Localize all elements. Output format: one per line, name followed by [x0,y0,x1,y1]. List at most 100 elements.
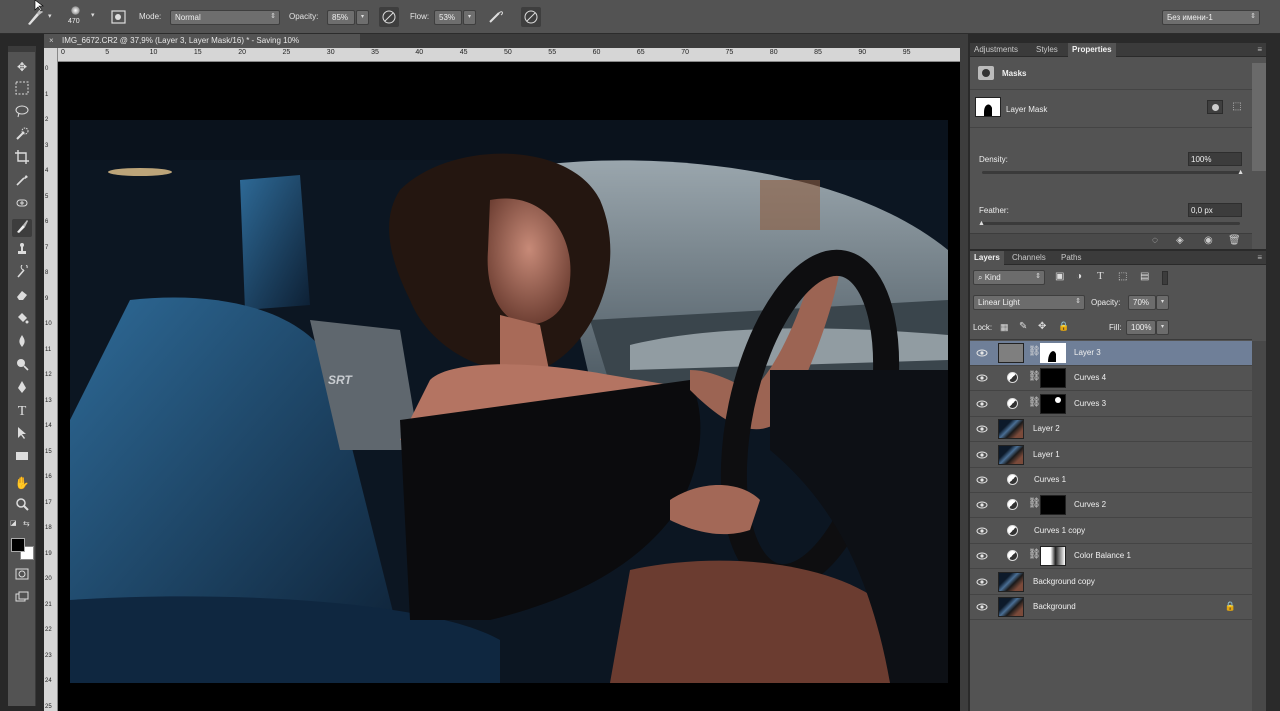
layers-scrollbar[interactable] [1252,341,1266,711]
layer-opacity-slider-button[interactable]: ▾ [1156,295,1169,310]
mask-link-icon[interactable]: ⛓ [1028,549,1041,560]
layer-row[interactable]: ⛓ Color Balance 1 [970,544,1252,570]
slider-handle-icon[interactable]: ▲ [978,220,985,227]
fill-slider-button[interactable]: ▾ [1156,320,1169,335]
layer-mask-thumbnail[interactable] [1040,343,1066,363]
tab-adjustments[interactable]: Adjustments [970,43,1022,57]
canvas-scrollbar[interactable] [960,34,968,711]
blend-mode-select[interactable]: Linear Light ⇕ [973,295,1085,310]
tool-preset-arrow-icon[interactable]: ▾ [48,12,52,20]
pressure-size-icon[interactable] [520,6,542,28]
opacity-slider-button[interactable]: ▾ [356,10,369,25]
panel-menu-icon[interactable]: ≡ [1257,253,1262,262]
layer-row[interactable]: Layer 2 [970,417,1252,443]
mask-link-icon[interactable]: ⛓ [1028,346,1041,357]
brush-preset-arrow-icon[interactable]: ▾ [91,11,95,19]
mask-link-icon[interactable]: ⛓ [1028,397,1041,408]
quick-mask-icon[interactable] [12,567,32,585]
filter-type-icon[interactable]: T [1097,270,1104,282]
mask-link-icon[interactable]: ⛓ [1028,371,1041,382]
clone-stamp-tool-icon[interactable] [12,242,32,260]
lasso-tool-icon[interactable] [12,104,32,122]
layer-row[interactable]: Background 🔒 [970,595,1252,620]
filter-smart-object-icon[interactable]: ▤ [1140,271,1149,282]
filter-shape-icon[interactable]: ⬚ [1118,271,1127,282]
hand-tool-icon[interactable]: ✋ [12,474,32,492]
type-tool-icon[interactable]: T [12,403,32,421]
layer-row[interactable]: ⛓ Curves 2 [970,493,1252,519]
pressure-opacity-icon[interactable] [378,6,400,28]
zoom-tool-icon[interactable] [12,497,32,515]
layer-row[interactable]: Curves 1 copy [970,518,1252,544]
visibility-eye-icon[interactable] [976,347,988,359]
delete-mask-icon[interactable]: 🗑 [1228,235,1241,246]
quick-selection-tool-icon[interactable] [12,127,32,145]
density-slider[interactable]: ▲ [982,169,1244,176]
crop-tool-icon[interactable] [12,150,32,168]
brush-preset-picker[interactable]: 470 [64,4,88,30]
filter-adjustment-icon[interactable]: ◑ [1076,271,1082,282]
dodge-tool-icon[interactable] [12,357,32,375]
tab-paths[interactable]: Paths [1057,251,1085,265]
visibility-eye-icon[interactable] [976,372,988,384]
flow-field[interactable]: 53% [434,10,462,25]
move-tool-icon[interactable]: ✥ [12,58,32,76]
layer-row[interactable]: Background copy [970,569,1252,595]
eraser-tool-icon[interactable] [12,288,32,306]
tab-styles[interactable]: Styles [1032,43,1062,57]
fill-field[interactable]: 100% [1126,320,1156,335]
brush-panel-icon[interactable] [108,6,130,28]
airbrush-icon[interactable] [485,6,507,28]
rectangle-tool-icon[interactable] [12,449,32,467]
visibility-eye-icon[interactable] [976,474,988,486]
mask-link-icon[interactable]: ⛓ [1028,498,1041,509]
filter-kind-select[interactable]: ⌕ Kind ⇕ [973,270,1045,285]
visibility-icon[interactable]: ◉ [1204,235,1213,246]
load-selection-icon[interactable]: ◌ [1152,235,1158,246]
layer-row[interactable]: ⛓ Layer 3 [970,341,1252,366]
tab-channels[interactable]: Channels [1008,251,1050,265]
tab-layers[interactable]: Layers [970,251,1004,265]
layer-mask-thumbnail[interactable] [1040,546,1066,567]
swap-colors-icon[interactable]: ⇆ [23,519,30,528]
filter-pixel-icon[interactable]: ▣ [1055,271,1064,282]
pen-tool-icon[interactable] [12,380,32,398]
lock-image-pixels-icon[interactable]: ✎ [1019,321,1027,332]
lock-transparent-pixels-icon[interactable]: ▦ [1000,322,1009,333]
marquee-tool-icon[interactable] [12,81,32,99]
visibility-eye-icon[interactable] [976,449,988,461]
visibility-eye-icon[interactable] [976,525,988,537]
close-icon[interactable]: × [49,34,54,48]
brush-tool-icon[interactable] [12,219,32,237]
default-colors-icon[interactable]: ◪ [10,519,17,527]
paint-bucket-tool-icon[interactable] [12,311,32,329]
lock-all-icon[interactable]: 🔒 [1058,321,1069,332]
layer-row[interactable]: Layer 1 [970,442,1252,468]
eyedropper-tool-icon[interactable] [12,173,32,191]
feather-field[interactable]: 0,0 px [1188,203,1242,217]
panel-menu-icon[interactable]: ≡ [1257,45,1262,54]
feather-slider[interactable]: ▲ [978,220,1240,227]
opacity-field[interactable]: 85% [327,10,355,25]
select-pixel-mask-icon[interactable] [1207,100,1223,114]
layer-row[interactable]: ⛓ Curves 4 [970,366,1252,392]
path-selection-tool-icon[interactable] [12,426,32,444]
properties-scrollbar[interactable] [1252,63,1266,171]
screen-mode-icon[interactable] [12,590,32,608]
visibility-eye-icon[interactable] [976,398,988,410]
density-field[interactable]: 100% [1188,152,1242,166]
visibility-eye-icon[interactable] [976,423,988,435]
foreground-color-swatch[interactable] [11,538,25,552]
layer-mask-thumbnail[interactable] [1040,368,1066,389]
layer-mask-thumbnail[interactable] [1040,495,1066,516]
flow-slider-button[interactable]: ▾ [463,10,476,25]
visibility-eye-icon[interactable] [976,601,988,613]
filter-toggle[interactable] [1162,271,1168,285]
lock-position-icon[interactable]: ✥ [1038,321,1046,332]
visibility-eye-icon[interactable] [976,499,988,511]
healing-brush-tool-icon[interactable] [12,196,32,214]
layer-row[interactable]: ⛓ Curves 3 [970,391,1252,417]
blur-tool-icon[interactable] [12,334,32,352]
apply-mask-icon[interactable]: ◈ [1176,235,1184,246]
add-vector-mask-icon[interactable]: ⬚ [1229,100,1245,114]
